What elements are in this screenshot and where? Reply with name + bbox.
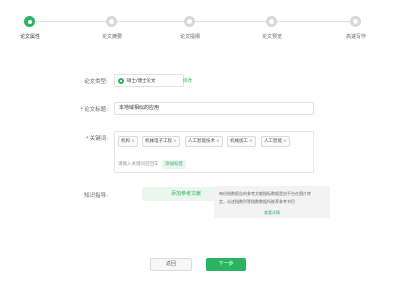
tip-text-line2: 定，论述指数列等指数数据所推荐参考书目 (219, 199, 295, 204)
step-5-dot[interactable] (350, 16, 361, 27)
next-button[interactable]: 下一步 (206, 258, 246, 271)
paper-type-value: 硕士/博士论文 (127, 79, 156, 84)
back-button[interactable]: 返回 (150, 258, 192, 271)
remove-tag-icon[interactable]: × (283, 139, 287, 144)
step-connector (194, 21, 266, 22)
remove-tag-icon[interactable]: × (216, 139, 220, 144)
tip-text-line1: 每份指数报告的参考文献指标数据是由平台在图片库 (219, 191, 311, 196)
keyword-tag-text: 人工智能 (264, 139, 282, 144)
keywords-label-text: 关键词: (89, 136, 108, 142)
remove-tag-icon[interactable]: × (131, 139, 135, 144)
paper-type-selector[interactable]: 硕士/博士论文 修改 (114, 74, 192, 87)
step-connector (276, 21, 350, 22)
keywords-field[interactable]: 机构× 机械电子工程× 人工智能技术× 机械加工× 人工智能× 请输入关键词后回… (114, 131, 314, 173)
keyword-tag-text: 机构 (121, 139, 130, 144)
tip-details-link[interactable]: 查看详情 (264, 210, 280, 216)
title-label-text: 论文标题: (84, 107, 108, 113)
step-2-dot[interactable] (106, 16, 117, 27)
reference-label: 知识指导: (84, 193, 108, 199)
step-2-label: 论文摘要 (101, 34, 123, 40)
keywords-label: *关键词: (62, 134, 108, 142)
required-mark: * (80, 107, 84, 113)
step-3-dot[interactable] (184, 16, 195, 27)
step-connector (116, 21, 184, 22)
keyword-tag[interactable]: 机构× (118, 136, 138, 147)
remove-tag-icon[interactable]: × (249, 139, 253, 144)
keyword-tag-text: 机械电子工程 (145, 139, 172, 144)
step-1-label: 论文属性 (19, 34, 41, 40)
title-label: *论文标题: (62, 105, 108, 113)
step-4-label: 论文预览 (261, 34, 283, 40)
step-connector (34, 21, 106, 22)
keyword-tag-text: 机械加工 (230, 139, 248, 144)
keyword-tag[interactable]: 机械电子工程× (142, 136, 180, 147)
radio-selected-icon[interactable] (118, 78, 124, 84)
keyword-tag[interactable]: 机械加工× (227, 136, 256, 147)
remove-tag-icon[interactable]: × (173, 139, 177, 144)
change-type-link[interactable]: 修改 (183, 78, 192, 84)
step-5-label: 高速写作 (345, 34, 367, 40)
keyword-tag[interactable]: 人工智能× (261, 136, 290, 147)
keyword-tag[interactable]: 人工智能技术× (185, 136, 223, 147)
step-3-label: 论文提纲 (179, 34, 201, 40)
progress-stepper: 论文属性 论文摘要 论文提纲 论文预览 高速写作 (0, 12, 400, 42)
required-mark: * (85, 136, 89, 142)
step-1-dot[interactable] (24, 16, 35, 27)
title-input[interactable]: 本地域相似的应用 (114, 102, 314, 115)
paper-type-label: 论文类型: (84, 79, 108, 85)
add-keyword-button[interactable]: 添加标签 (162, 160, 186, 169)
keyword-input[interactable]: 请输入关键词后回车 (118, 160, 161, 169)
step-4-dot[interactable] (266, 16, 277, 27)
reference-tip: 每份指数报告的参考文献指标数据是由平台在图片库 定，论述指数列等指数数据所推荐参… (210, 186, 330, 218)
keyword-tag-text: 人工智能技术 (188, 139, 215, 144)
